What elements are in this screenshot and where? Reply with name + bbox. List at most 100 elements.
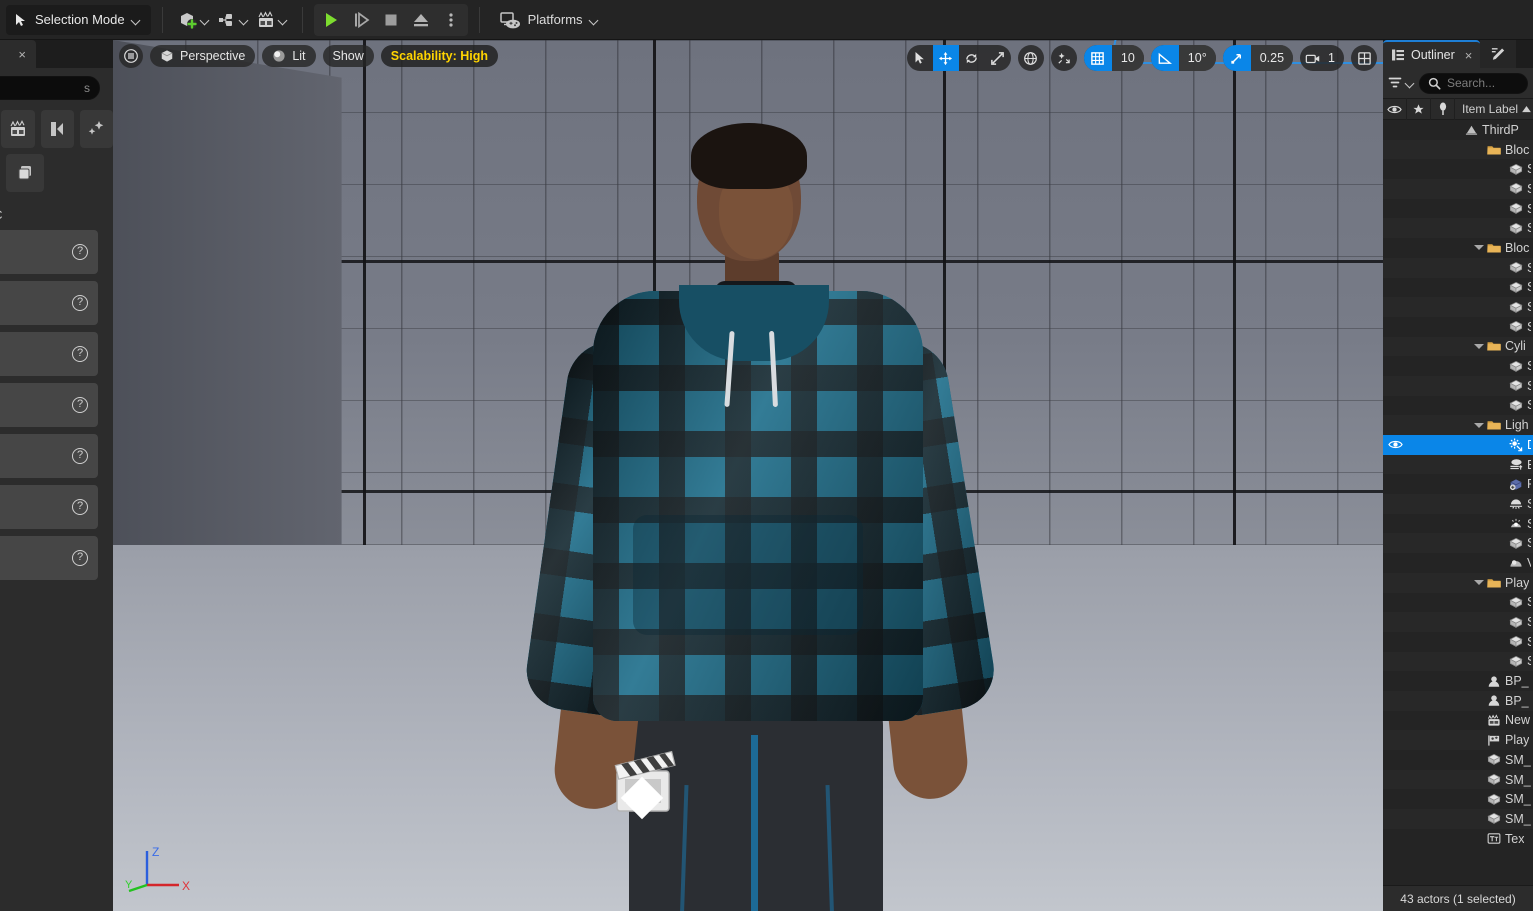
outliner-filter-button[interactable] (1388, 76, 1414, 90)
place-actors-search-input[interactable]: s (0, 76, 100, 100)
outliner-row[interactable]: Vo (1383, 553, 1533, 573)
play-button[interactable] (316, 5, 346, 35)
outliner-row[interactable]: SM_ (1383, 789, 1533, 809)
outliner-row[interactable]: S (1383, 494, 1533, 514)
tab-outliner[interactable]: Outliner × (1383, 40, 1480, 68)
outliner-row[interactable]: S (1383, 652, 1533, 672)
outliner-row[interactable]: Tex (1383, 829, 1533, 849)
column-pin[interactable] (1431, 98, 1455, 120)
category-cinematic[interactable] (1, 110, 34, 148)
row-visibility-toggle[interactable] (1383, 439, 1407, 450)
outliner-row[interactable]: S (1383, 179, 1533, 199)
camera-speed-value[interactable]: 1 (1326, 45, 1344, 71)
viewport-show-button[interactable]: Show (323, 45, 374, 67)
outliner-row[interactable]: ThirdP (1383, 120, 1533, 140)
expander-triangle-icon[interactable] (1474, 344, 1484, 349)
outliner-row[interactable]: S (1383, 356, 1533, 376)
column-item-label[interactable]: Item Label (1455, 102, 1533, 116)
list-item[interactable]: ? (0, 230, 98, 274)
help-icon[interactable]: ? (72, 448, 88, 464)
outliner-row[interactable]: SM_ (1383, 750, 1533, 770)
tab-details[interactable] (1480, 40, 1516, 68)
help-icon[interactable]: ? (72, 499, 88, 515)
help-icon[interactable]: ? (72, 244, 88, 260)
character-mannequin[interactable] (443, 95, 1043, 911)
outliner-row[interactable]: S (1383, 258, 1533, 278)
list-item[interactable]: ght ? (0, 383, 98, 427)
coordinate-system-button[interactable] (1018, 45, 1044, 71)
viewport-menu-button[interactable] (119, 44, 143, 68)
viewport-camera-type-button[interactable]: Perspective (150, 45, 255, 67)
help-icon[interactable]: ? (72, 295, 88, 311)
outliner-search-input[interactable]: Search... (1419, 73, 1528, 94)
outliner-row[interactable]: New (1383, 711, 1533, 731)
outliner-row[interactable]: S (1383, 396, 1533, 416)
outliner-row[interactable]: Cyli (1383, 337, 1533, 357)
place-actors-tab[interactable]: × (0, 40, 36, 68)
grid-snap-value[interactable]: 10 (1112, 45, 1144, 71)
list-item[interactable]: Box ? (0, 485, 98, 529)
expander-triangle-icon[interactable] (1474, 245, 1484, 250)
outliner-row[interactable]: Ligh (1383, 415, 1533, 435)
category-all-classes[interactable] (80, 110, 113, 148)
viewport-scalability-warning[interactable]: Scalability: High (381, 45, 498, 67)
column-favorite[interactable] (1407, 98, 1431, 120)
outliner-row[interactable]: S (1383, 218, 1533, 238)
outliner-row[interactable]: S (1383, 278, 1533, 298)
outliner-row[interactable]: S (1383, 533, 1533, 553)
outliner-row[interactable]: S (1383, 159, 1533, 179)
outliner-row[interactable]: S (1383, 632, 1533, 652)
list-item[interactable]: ? (0, 332, 98, 376)
close-icon[interactable]: × (1465, 48, 1473, 63)
help-icon[interactable]: ? (72, 397, 88, 413)
eject-button[interactable] (406, 5, 436, 35)
outliner-row[interactable]: S (1383, 514, 1533, 534)
add-actor-button[interactable] (174, 5, 213, 35)
expander-triangle-icon[interactable] (1474, 580, 1484, 585)
outliner-row[interactable]: SM_ (1383, 770, 1533, 790)
level-sequence-actor-icon[interactable] (603, 745, 693, 827)
outliner-tree[interactable]: ThirdPBlocSSSSBlocSSSSCyliSSSLighDiEPSSS… (1383, 120, 1533, 878)
outliner-row[interactable]: BP_ (1383, 691, 1533, 711)
stop-button[interactable] (376, 5, 406, 35)
list-item[interactable]: tart ? (0, 434, 98, 478)
outliner-row[interactable]: Play (1383, 573, 1533, 593)
expander-triangle-icon[interactable] (1474, 423, 1484, 428)
outliner-row[interactable]: P (1383, 474, 1533, 494)
viewport-view-mode-button[interactable]: Lit (262, 45, 315, 67)
category-visual-effects[interactable] (41, 110, 74, 148)
scale-snap-toggle[interactable] (1223, 45, 1251, 71)
cinematics-button[interactable] (252, 5, 291, 35)
skip-frame-button[interactable] (346, 5, 376, 35)
scale-snap-value[interactable]: 0.25 (1251, 45, 1293, 71)
outliner-row[interactable]: Di (1383, 435, 1533, 455)
list-item[interactable]: Sphere ? (0, 536, 98, 580)
help-icon[interactable]: ? (72, 550, 88, 566)
viewport-layout-button[interactable] (1351, 45, 1377, 71)
category-volumes[interactable] (6, 154, 44, 192)
outliner-row[interactable]: SM_ (1383, 809, 1533, 829)
outliner-row[interactable]: S (1383, 297, 1533, 317)
outliner-row[interactable]: Play (1383, 730, 1533, 750)
rotation-snap-value[interactable]: 10° (1179, 45, 1216, 71)
move-tool-button[interactable] (933, 45, 959, 71)
outliner-row[interactable]: BP_ (1383, 671, 1533, 691)
surface-snap-button[interactable] (1051, 45, 1077, 71)
close-icon[interactable]: × (18, 48, 26, 61)
scale-tool-button[interactable] (985, 45, 1011, 71)
outliner-row[interactable]: Bloc (1383, 140, 1533, 160)
outliner-row[interactable]: S (1383, 612, 1533, 632)
level-viewport[interactable]: Z X Y Perspective Lit (113, 40, 1383, 911)
rotate-tool-button[interactable] (959, 45, 985, 71)
outliner-row[interactable]: E (1383, 455, 1533, 475)
selection-mode-dropdown[interactable]: Selection Mode (6, 5, 151, 35)
grid-snap-toggle[interactable] (1084, 45, 1112, 71)
outliner-row[interactable]: S (1383, 593, 1533, 613)
column-visibility[interactable] (1383, 98, 1407, 120)
outliner-row[interactable]: S (1383, 376, 1533, 396)
camera-speed-button[interactable] (1300, 45, 1326, 71)
outliner-row[interactable]: Bloc (1383, 238, 1533, 258)
select-tool-button[interactable] (907, 45, 933, 71)
list-item[interactable]: er ? (0, 281, 98, 325)
platforms-button[interactable]: Platforms (491, 5, 606, 35)
